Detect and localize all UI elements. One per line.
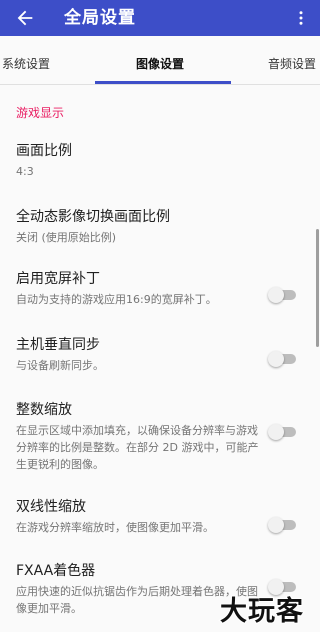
arrow-back-icon[interactable] xyxy=(14,7,36,29)
setting-summary: 在显示区域中添加填充，以确保设备分辨率与游戏分辨率的比例是整数。在部分 2D 游… xyxy=(16,424,259,471)
setting-title: 双线性缩放 xyxy=(16,499,86,515)
setting-widescreen-patch[interactable]: 启用宽屏补丁 自动为支持的游戏应用16:9的宽屏补丁。 xyxy=(0,269,320,315)
setting-title: 全动态影像切换画面比例 xyxy=(16,209,170,225)
host-vsync-toggle[interactable] xyxy=(268,351,298,367)
tab-graphics-settings[interactable]: 图像设置 xyxy=(136,56,184,72)
setting-aspect-ratio[interactable]: 画面比例 4:3 xyxy=(0,141,320,187)
setting-summary: 关闭 (使用原始比例) xyxy=(16,231,117,244)
setting-summary: 在游戏分辨率缩放时，使图像更加平滑。 xyxy=(16,521,214,534)
tab-indicator xyxy=(95,81,231,84)
settings-list: 游戏显示 画面比例 4:3 全动态影像切换画面比例 关闭 (使用原始比例) 启用… xyxy=(0,85,320,632)
toggle-thumb xyxy=(268,287,284,303)
setting-summary: 自动为支持的游戏应用16:9的宽屏补丁。 xyxy=(16,293,217,306)
bilinear-scaling-toggle[interactable] xyxy=(268,517,298,533)
toggle-thumb xyxy=(268,579,284,595)
section-header: 游戏显示 xyxy=(16,106,65,120)
tab-bar: 系统设置 图像设置 音频设置 xyxy=(0,36,320,85)
setting-host-vsync[interactable]: 主机垂直同步 与设备刷新同步。 xyxy=(0,335,320,381)
setting-integer-scaling[interactable]: 整数缩放 在显示区域中添加填充，以确保设备分辨率与游戏分辨率的比例是整数。在部分… xyxy=(0,400,320,480)
toggle-thumb xyxy=(268,517,284,533)
integer-scaling-toggle[interactable] xyxy=(268,424,298,440)
tab-audio-settings[interactable]: 音频设置 xyxy=(268,56,316,72)
setting-title: 启用宽屏补丁 xyxy=(16,271,100,287)
setting-title: FXAA着色器 xyxy=(16,563,96,579)
watermark-logo: 大玩客 xyxy=(219,595,304,628)
toggle-thumb xyxy=(268,424,284,440)
page-title: 全局设置 xyxy=(64,8,136,28)
tab-system-settings[interactable]: 系统设置 xyxy=(2,56,50,72)
setting-title: 主机垂直同步 xyxy=(16,337,100,353)
setting-title: 画面比例 xyxy=(16,143,72,159)
widescreen-patch-toggle[interactable] xyxy=(268,287,298,303)
scrollbar[interactable] xyxy=(316,229,319,347)
fxaa-shader-toggle[interactable] xyxy=(268,579,298,595)
setting-summary: 与设备刷新同步。 xyxy=(16,359,104,372)
setting-fmv-aspect-ratio[interactable]: 全动态影像切换画面比例 关闭 (使用原始比例) xyxy=(0,207,320,253)
app-bar: 全局设置 xyxy=(0,0,320,36)
more-vert-icon[interactable] xyxy=(292,9,310,27)
setting-bilinear-scaling[interactable]: 双线性缩放 在游戏分辨率缩放时，使图像更加平滑。 xyxy=(0,497,320,543)
setting-summary: 4:3 xyxy=(16,165,34,178)
setting-title: 整数缩放 xyxy=(16,402,72,418)
toggle-thumb xyxy=(268,351,284,367)
